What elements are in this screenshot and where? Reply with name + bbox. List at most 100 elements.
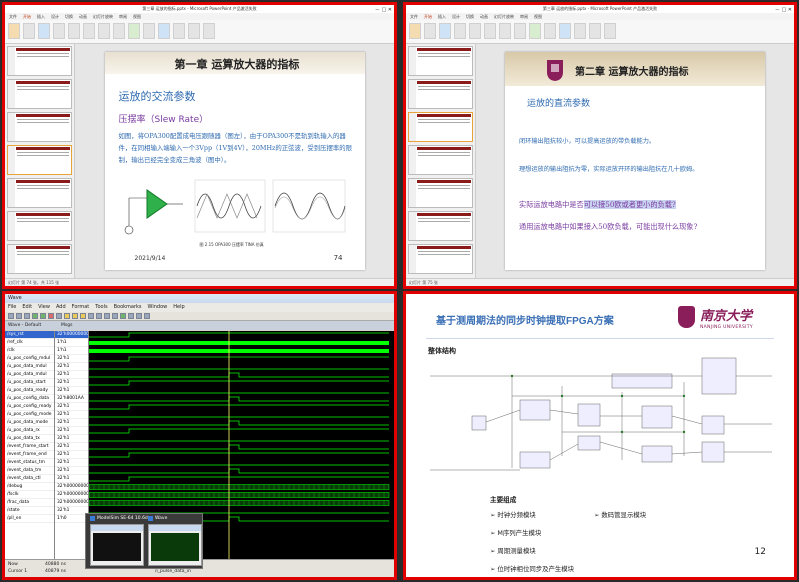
select-button[interactable] [604,23,616,39]
slide-thumbnail[interactable] [7,244,72,274]
step-icon[interactable] [120,313,126,319]
ppt2-tab[interactable]: 动画 [480,13,488,20]
slide-thumbnail[interactable] [408,211,473,241]
new-icon[interactable] [8,313,14,319]
paragraph-button[interactable] [514,23,526,39]
restart-icon[interactable] [56,313,62,319]
arrange-button[interactable] [143,23,155,39]
shapes-button[interactable] [128,23,140,39]
signal-name[interactable]: /fsclk [5,491,54,499]
signal-name[interactable]: /u_pos_data_mdul [5,371,54,379]
layout-button[interactable] [454,23,466,39]
replace-button[interactable] [589,23,601,39]
font-button[interactable] [469,23,481,39]
taskbar-preview-popup[interactable]: ModelSim SE-64 10.6d Wave [85,513,203,569]
paste-button[interactable] [8,23,20,39]
run-all-icon[interactable] [40,313,46,319]
ppt1-tab[interactable]: 动画 [79,13,87,20]
signal-name[interactable]: /u_pos_config_mdul [5,355,54,363]
ppt1-thumbnail-pane[interactable] [5,44,75,278]
signal-name[interactable]: /u_pos_config_ready [5,403,54,411]
slide-thumbnail[interactable] [7,79,72,109]
signal-name[interactable]: /sys_rst [5,331,54,339]
cut-button[interactable] [424,23,436,39]
menu-item[interactable]: Format [72,303,90,312]
taskbar-item-wave[interactable]: Wave [148,516,167,521]
italic-button[interactable] [98,23,110,39]
ppt2-tab[interactable]: 开始 [424,13,432,20]
ppt2-tab[interactable]: 文件 [410,13,418,20]
signal-name[interactable]: /u_pos_data_rx [5,427,54,435]
signal-name[interactable]: /u_pos_data_mdul [5,363,54,371]
signal-name[interactable]: /debug [5,483,54,491]
signal-value-column[interactable]: 32'h00000000 1'h1 1'h1 32'h1 32'h1 32'h1 32'h1… [55,331,89,559]
ppt2-tab[interactable]: 幻灯片放映 [494,13,514,20]
signal-name[interactable]: /frac_data [5,499,54,507]
break-icon[interactable] [48,313,54,319]
ppt1-window-controls[interactable]: － □ ✕ [375,6,392,14]
ppt2-tab[interactable]: 设计 [452,13,460,20]
signal-name[interactable]: /state [5,507,54,515]
taskbar-item-modelsim[interactable]: ModelSim SE-64 10.6d [90,516,148,521]
bold-button[interactable] [484,23,496,39]
signal-name[interactable]: /clk [5,347,54,355]
ppt2-tab[interactable]: 审阅 [520,13,528,20]
menu-item[interactable]: Tools [95,303,107,312]
quick-styles-button[interactable] [559,23,571,39]
cursor-add-icon[interactable] [88,313,94,319]
shapes-button[interactable] [529,23,541,39]
slide-thumbnail-selected[interactable] [408,112,473,142]
ppt1-tab[interactable]: 幻灯片放映 [93,13,113,20]
quick-styles-button[interactable] [158,23,170,39]
signal-name[interactable]: /u_pos_data_start [5,379,54,387]
slide-thumbnail[interactable] [7,112,72,142]
bookmark-icon[interactable] [136,313,142,319]
layout-button[interactable] [53,23,65,39]
dataflow-icon[interactable] [144,313,150,319]
signal-name[interactable]: /pll_en [5,515,54,523]
font-button[interactable] [68,23,80,39]
menu-item[interactable]: View [38,303,50,312]
signal-name[interactable]: /event_data_tm [5,467,54,475]
ppt2-tab[interactable]: 切换 [466,13,474,20]
zoom-full-icon[interactable] [80,313,86,319]
paragraph-button[interactable] [113,23,125,39]
cut-button[interactable] [23,23,35,39]
signal-name[interactable]: /event_data_ctl [5,475,54,483]
signal-name[interactable]: /u_pos_config_data [5,395,54,403]
new-slide-button[interactable] [38,23,50,39]
zoom-out-icon[interactable] [72,313,78,319]
new-slide-button[interactable] [439,23,451,39]
italic-button[interactable] [499,23,511,39]
menu-item[interactable]: File [8,303,16,312]
ppt1-tab[interactable]: 视图 [133,13,141,20]
bold-button[interactable] [83,23,95,39]
menu-item[interactable]: Add [56,303,66,312]
slide-thumbnail[interactable] [7,211,72,241]
ppt1-slide[interactable]: 第一章 运算放大器的指标 运放的交流参数 压摆率（Slew Rate） 如图，将… [104,52,365,270]
find-button[interactable] [173,23,185,39]
edit-icon[interactable] [128,313,134,319]
cursor-delete-icon[interactable] [96,313,102,319]
menu-item[interactable]: Bookmarks [114,303,142,312]
slide-thumbnail[interactable] [7,178,72,208]
signal-name[interactable]: /u_pos_data_mode [5,419,54,427]
taskbar-thumbnail-wave[interactable] [148,524,202,566]
run-icon[interactable] [32,313,38,319]
slide-thumbnail[interactable] [408,244,473,274]
paste-button[interactable] [409,23,421,39]
ppt2-slide[interactable]: 第二章 运算放大器的指标 运放的直流参数 闭环输出阻抗较小，可以提高运放的带负载… [505,52,765,270]
select-button[interactable] [203,23,215,39]
open-icon[interactable] [16,313,22,319]
ppt1-tab[interactable]: 插入 [37,13,45,20]
ppt1-tab[interactable]: 开始 [23,13,31,20]
slide-thumbnail[interactable] [408,145,473,175]
ppt2-window-controls[interactable]: － □ ✕ [775,6,792,14]
slide-thumbnail[interactable] [408,178,473,208]
menu-item[interactable]: Window [148,303,168,312]
find-button[interactable] [574,23,586,39]
ppt2-tab[interactable]: 视图 [534,13,542,20]
ppt1-tab[interactable]: 切换 [65,13,73,20]
signal-name[interactable]: /ref_clk [5,339,54,347]
slide-thumbnail-selected[interactable] [7,145,72,175]
